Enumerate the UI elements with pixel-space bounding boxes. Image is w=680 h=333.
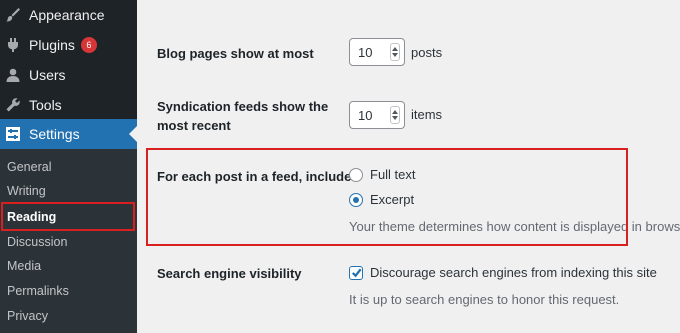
syndication-label: Syndication feeds show the most recent — [157, 97, 328, 135]
feed-include-highlight-box — [146, 148, 628, 246]
wrench-icon — [5, 97, 21, 113]
settings-submenu: General Writing Reading Discussion Media… — [0, 149, 137, 333]
search-visibility-label: Search engine visibility — [157, 266, 302, 281]
blog-pages-unit: posts — [411, 45, 443, 60]
menu-item-users[interactable]: Users — [0, 60, 137, 90]
checkmark-icon — [351, 268, 362, 278]
syndication-label-line2: most recent — [157, 118, 231, 133]
discourage-search-checkbox[interactable] — [349, 266, 363, 280]
menu-label-settings: Settings — [29, 126, 80, 142]
menu-item-plugins[interactable]: Plugins 6 — [0, 30, 137, 60]
users-icon — [5, 67, 21, 83]
reading-highlight-box — [1, 202, 135, 231]
menu-label-tools: Tools — [29, 97, 62, 113]
admin-sidebar: Appearance Plugins 6 Users Tools Setting… — [0, 0, 137, 333]
syndication-value: 10 — [358, 108, 373, 123]
syndication-input[interactable]: 10 — [349, 101, 405, 129]
menu-item-settings[interactable]: Settings — [0, 119, 137, 149]
syndication-unit: items — [411, 107, 443, 122]
submenu-item-general[interactable]: General — [0, 155, 137, 179]
spin-up-icon — [392, 47, 398, 51]
search-visibility-description: It is up to search engines to honor this… — [349, 292, 620, 307]
current-menu-arrow — [129, 126, 137, 142]
blog-pages-label: Blog pages show at most — [157, 46, 314, 61]
syndication-label-line1: Syndication feeds show the — [157, 99, 329, 114]
paintbrush-icon — [5, 7, 21, 23]
settings-icon — [5, 126, 21, 142]
blog-pages-value: 10 — [358, 45, 373, 60]
blog-pages-input[interactable]: 10 — [349, 38, 405, 66]
menu-label-users: Users — [29, 67, 66, 83]
discourage-search-label[interactable]: Discourage search engines from indexing … — [370, 265, 657, 280]
submenu-item-privacy[interactable]: Privacy — [0, 304, 137, 328]
menu-label-appearance: Appearance — [29, 7, 105, 23]
plugins-update-badge: 6 — [80, 37, 97, 53]
spin-up-icon — [392, 110, 398, 114]
syndication-spinner[interactable] — [390, 106, 400, 124]
menu-label-plugins: Plugins — [29, 37, 75, 53]
submenu-item-media[interactable]: Media — [0, 254, 137, 278]
submenu-item-discussion[interactable]: Discussion — [0, 230, 137, 254]
blog-pages-spinner[interactable] — [390, 43, 400, 61]
spin-down-icon — [392, 53, 398, 57]
plugin-icon — [5, 37, 21, 53]
spin-down-icon — [392, 116, 398, 120]
menu-item-tools[interactable]: Tools — [0, 90, 137, 120]
menu-item-appearance[interactable]: Appearance — [0, 0, 137, 30]
submenu-item-permalinks[interactable]: Permalinks — [0, 279, 137, 303]
submenu-item-writing[interactable]: Writing — [0, 179, 137, 203]
